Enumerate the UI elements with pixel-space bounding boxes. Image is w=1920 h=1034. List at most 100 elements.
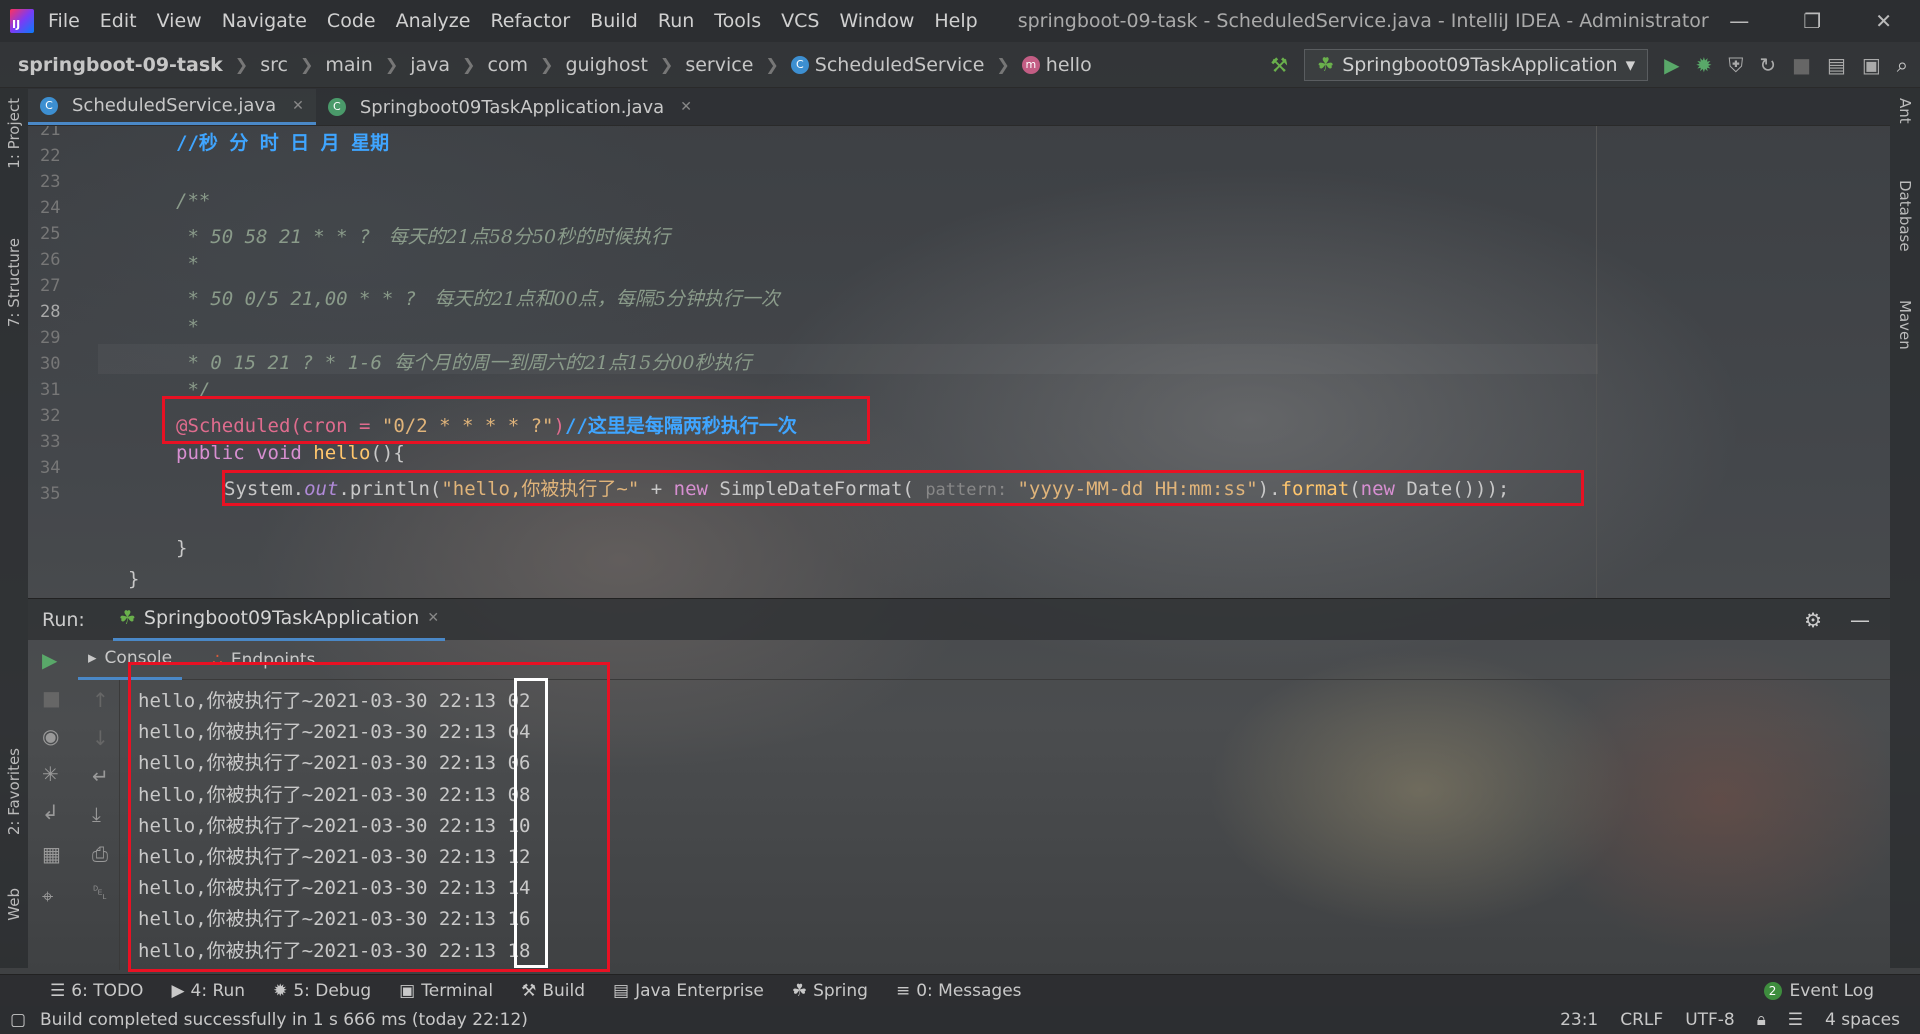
close-tab-icon[interactable]: ✕ [292, 98, 304, 114]
run-toolbar-left: ▶ ■ ◉ ✳ ↲ ▦ ⌖ [28, 640, 78, 970]
event-log-button[interactable]: 2 Event Log [1763, 981, 1874, 1001]
menu-window[interactable]: Window [839, 10, 914, 32]
java-enterprise-tool-button[interactable]: ▤ Java Enterprise [613, 981, 764, 1001]
scroll-to-end-icon[interactable]: ⤓ [92, 802, 101, 826]
breadcrumb-src[interactable]: src [260, 54, 288, 76]
breadcrumb-java[interactable]: java [410, 54, 450, 76]
soft-wrap-icon[interactable]: ↵ [92, 764, 109, 788]
window-title: springboot-09-task - ScheduledService.ja… [1017, 10, 1709, 32]
menu-code[interactable]: Code [327, 10, 376, 32]
line-separator[interactable]: CRLF [1620, 1010, 1663, 1030]
breadcrumb-project[interactable]: springboot-09-task [18, 54, 223, 76]
pin-icon[interactable]: ⌖ [42, 884, 53, 908]
menu-build[interactable]: Build [590, 10, 638, 32]
breadcrumb-service[interactable]: service [685, 54, 753, 76]
line-number: 27 [40, 276, 61, 296]
todo-tool-button[interactable]: ☰ 6: TODO [50, 981, 143, 1001]
tab-application[interactable]: C Springboot09TaskApplication.java ✕ [316, 89, 704, 125]
menu-file[interactable]: File [48, 10, 80, 32]
profile-icon[interactable]: ↻ [1759, 53, 1776, 77]
maven-tool-button[interactable]: Maven [1896, 300, 1914, 350]
restore-layout-icon[interactable]: ↲ [42, 800, 59, 824]
run-config-select[interactable]: ☘ Springboot09TaskApplication ▾ [1304, 48, 1649, 81]
terminal-icon[interactable]: ▣ [1862, 53, 1881, 77]
debug-tool-button[interactable]: ✹ 5: Debug [273, 981, 371, 1001]
breadcrumb-class[interactable]: C ScheduledService [790, 54, 984, 76]
coverage-icon[interactable]: ⛨ [1728, 53, 1743, 77]
database-tool-button[interactable]: Database [1896, 180, 1914, 252]
tab-scheduled-service[interactable]: C ScheduledService.java ✕ [28, 89, 316, 125]
caret-position[interactable]: 23:1 [1560, 1010, 1598, 1030]
menu-tools[interactable]: Tools [714, 10, 761, 32]
structure-tool-button[interactable]: 7: Structure [5, 238, 23, 327]
layout-icon[interactable]: ▦ [42, 842, 61, 866]
lock-icon[interactable]: 🔒︎ [1757, 1010, 1766, 1030]
ant-tool-button[interactable]: Ant [1896, 98, 1914, 124]
line-number: 30 [40, 354, 61, 374]
debug-icon[interactable]: ✹ [1696, 53, 1713, 77]
menu-refactor[interactable]: Refactor [490, 10, 570, 32]
menu-navigate[interactable]: Navigate [222, 10, 307, 32]
spring-tool-button[interactable]: ☘ Spring [792, 981, 868, 1001]
run-icon: ▶ [171, 980, 185, 1001]
line-number: 25 [40, 224, 61, 244]
chevron-right-icon: ❯ [996, 55, 1010, 74]
menu-help[interactable]: Help [934, 10, 977, 32]
status-panel-icon[interactable]: ▢ [10, 1010, 26, 1030]
close-icon[interactable]: ✕ [1875, 9, 1892, 33]
line-number: 35 [40, 484, 61, 504]
run-icon[interactable]: ▶ [1664, 53, 1679, 77]
indent-setting[interactable]: 4 spaces [1825, 1010, 1900, 1030]
menu-vcs[interactable]: VCS [781, 10, 819, 32]
run-tool-button[interactable]: ▶ 4: Run [171, 981, 245, 1001]
breadcrumb-method[interactable]: m hello [1021, 54, 1092, 76]
print-icon[interactable]: ⎙ [92, 842, 108, 866]
trash-icon[interactable]: ␡ [92, 880, 108, 904]
seconds-highlight-box [514, 678, 548, 968]
line-number: 24 [40, 198, 61, 218]
menu-edit[interactable]: Edit [100, 10, 137, 32]
gear-icon[interactable]: ⚙ [1804, 608, 1822, 632]
run-tab-application[interactable]: ☘ Springboot09TaskApplication ✕ [112, 599, 446, 641]
hide-panel-icon[interactable]: — [1850, 608, 1870, 632]
breadcrumb-com[interactable]: com [487, 54, 528, 76]
file-encoding[interactable]: UTF-8 [1685, 1010, 1735, 1030]
close-tab-icon[interactable]: ✕ [680, 99, 692, 115]
console-output[interactable]: hello,你被执行了~2021-03-30 22:13 02 hello,你被… [124, 662, 1890, 974]
build-hammer-icon[interactable]: ⚒ [1270, 53, 1288, 77]
stop-icon[interactable]: ■ [1792, 53, 1811, 77]
menu-analyze[interactable]: Analyze [396, 10, 471, 32]
scroll-down-icon[interactable]: ↓ [92, 726, 109, 750]
restore-icon[interactable]: ❐ [1803, 9, 1821, 33]
line-number: 22 [40, 146, 61, 166]
rerun-icon[interactable]: ▶ [42, 648, 57, 672]
project-tool-button[interactable]: 1: Project [5, 98, 23, 169]
chevron-right-icon: ❯ [540, 55, 554, 74]
stop-icon[interactable]: ■ [42, 686, 61, 710]
chevron-right-icon: ❯ [765, 55, 779, 74]
breadcrumb-main[interactable]: main [325, 54, 372, 76]
build-tool-button[interactable]: ⚒ Build [521, 981, 585, 1001]
annotation-highlight-box [162, 396, 870, 444]
terminal-icon: ▣ [399, 980, 416, 1001]
messages-tool-button[interactable]: ≡ 0: Messages [896, 981, 1022, 1001]
code-editor[interactable]: 21 22 23 24 25 26 27 28 29 30 31 32 33 3… [28, 126, 1890, 598]
status-bar: ▢ Build completed successfully in 1 s 66… [0, 1006, 1920, 1034]
breadcrumb-guighost[interactable]: guighost [565, 54, 647, 76]
close-tab-icon[interactable]: ✕ [427, 610, 439, 626]
minimize-icon[interactable]: — [1729, 9, 1749, 33]
menu-view[interactable]: View [157, 10, 202, 32]
code-line-28: * 0 15 21 ? * 1-6 每个月的周一到周六的21点15分00秒执行 [176, 352, 752, 374]
terminal-tool-button[interactable]: ▣ Terminal [399, 981, 493, 1001]
camera-icon[interactable]: ◉ [42, 724, 59, 748]
scroll-up-icon[interactable]: ↑ [92, 688, 109, 712]
search-icon[interactable]: ⌕ [1897, 53, 1908, 77]
chevron-right-icon: ❯ [299, 55, 314, 74]
favorites-tool-button[interactable]: 2: Favorites [5, 748, 23, 835]
project-structure-icon[interactable]: ▤ [1827, 53, 1846, 77]
settings-icon[interactable]: ✳ [42, 762, 59, 786]
indent-icon: ☰ [1787, 1010, 1804, 1030]
web-tool-button[interactable]: Web [5, 888, 23, 921]
bug-icon: ✹ [273, 980, 288, 1001]
menu-run[interactable]: Run [658, 10, 694, 32]
